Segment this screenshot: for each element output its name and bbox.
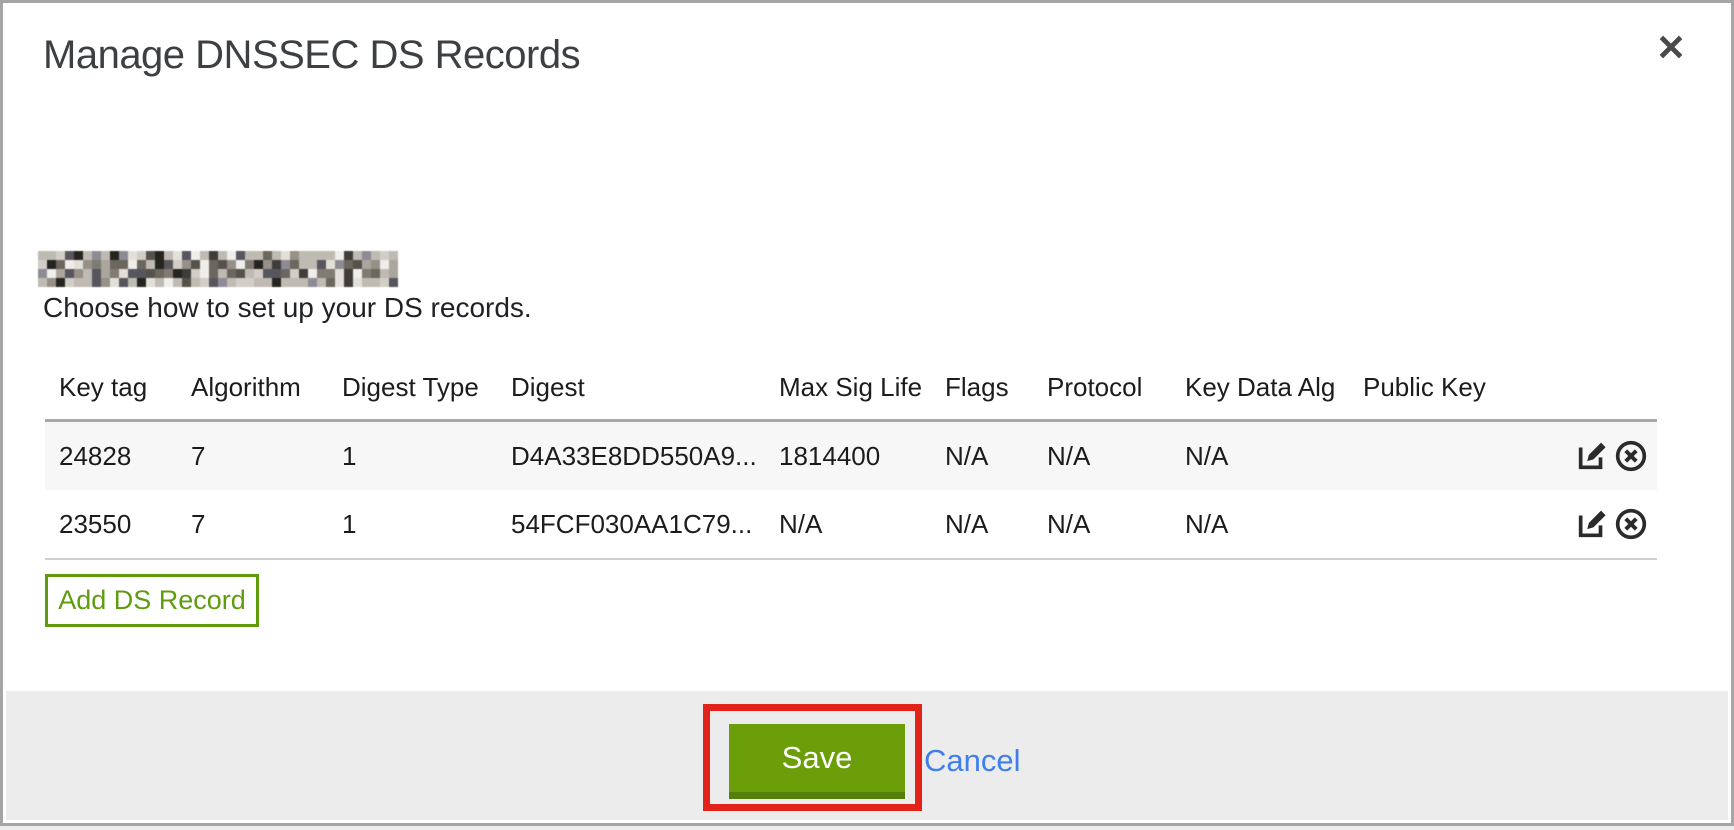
table-row: 24828 7 1 D4A33E8DD550A9... 1814400 N/A … [45,422,1657,490]
cell-algorithm: 7 [177,441,328,472]
cell-key-tag: 23550 [45,509,177,540]
col-header-digest-type: Digest Type [328,372,497,403]
cell-key-tag: 24828 [45,441,177,472]
dnssec-dialog: Manage DNSSEC DS Records Choose how to s… [0,0,1734,826]
col-header-digest: Digest [497,372,765,403]
cell-protocol: N/A [1033,441,1171,472]
col-header-protocol: Protocol [1033,372,1171,403]
close-button[interactable] [1647,23,1695,71]
cell-digest: 54FCF030AA1C79... [497,509,765,540]
delete-icon [1614,507,1648,541]
close-icon [1654,30,1688,64]
save-button[interactable]: Save [729,724,905,799]
edit-icon [1575,439,1609,473]
cell-flags: N/A [931,509,1033,540]
col-header-algorithm: Algorithm [177,372,328,403]
delete-icon [1614,439,1648,473]
cell-max-sig-life: 1814400 [765,441,931,472]
cell-flags: N/A [931,441,1033,472]
edit-icon [1575,507,1609,541]
col-header-key-tag: Key tag [45,372,177,403]
delete-record-button[interactable] [1613,506,1649,542]
col-header-max-sig-life: Max Sig Life [765,372,931,403]
cancel-link[interactable]: Cancel [924,743,1021,779]
cell-digest: D4A33E8DD550A9... [497,441,765,472]
page-title: Manage DNSSEC DS Records [43,33,580,78]
screenshot-stage: Manage DNSSEC DS Records Choose how to s… [0,0,1734,830]
delete-record-button[interactable] [1613,438,1649,474]
cell-digest-type: 1 [328,509,497,540]
cell-max-sig-life: N/A [765,509,931,540]
edit-record-button[interactable] [1574,438,1610,474]
cell-protocol: N/A [1033,509,1171,540]
cell-actions [1571,506,1657,542]
col-header-flags: Flags [931,372,1033,403]
cell-key-data-alg: N/A [1171,441,1349,472]
table-row: 23550 7 1 54FCF030AA1C79... N/A N/A N/A … [45,490,1657,560]
edit-record-button[interactable] [1574,506,1610,542]
cell-actions [1571,438,1657,474]
cell-algorithm: 7 [177,509,328,540]
ds-records-table: Key tag Algorithm Digest Type Digest Max… [45,355,1657,560]
add-ds-record-button[interactable]: Add DS Record [45,574,259,627]
redacted-domain-name [38,251,398,287]
cell-digest-type: 1 [328,441,497,472]
cell-key-data-alg: N/A [1171,509,1349,540]
col-header-key-data-alg: Key Data Alg [1171,372,1349,403]
table-header-row: Key tag Algorithm Digest Type Digest Max… [45,355,1657,422]
intro-text: Choose how to set up your DS records. [43,292,532,324]
col-header-public-key: Public Key [1349,372,1571,403]
